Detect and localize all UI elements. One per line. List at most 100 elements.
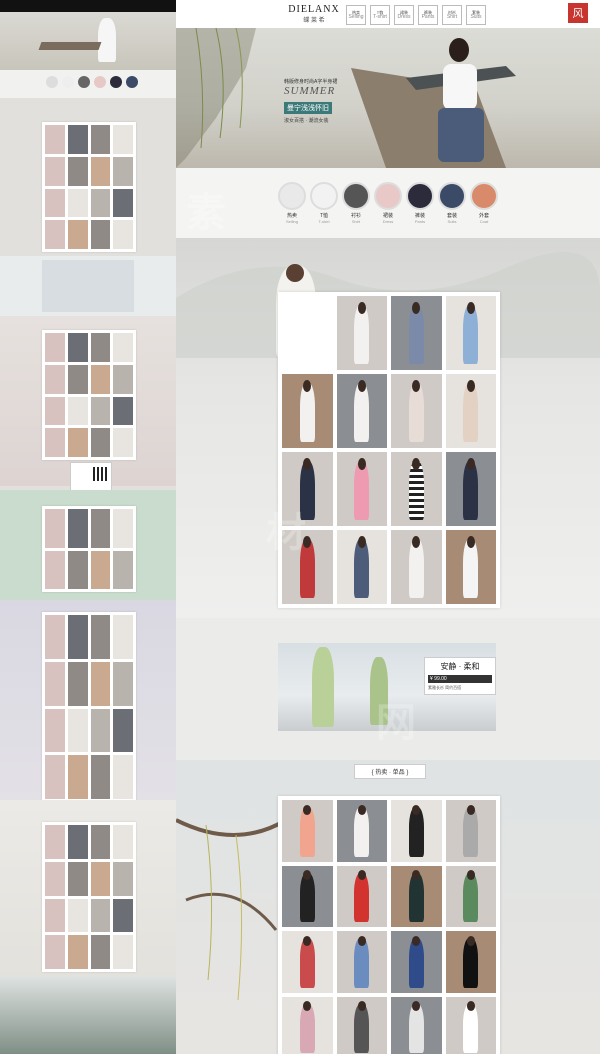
overview-hero-banner (0, 12, 176, 70)
swatch-circle (278, 182, 306, 210)
swatch-sub: Shirt (351, 219, 361, 224)
product-thumbnail[interactable] (391, 296, 442, 370)
product-thumbnail[interactable] (445, 530, 496, 604)
product-thumbnail[interactable] (445, 931, 496, 993)
main-page: DIELANX 蝶 莱 希 热卖 Selling T恤 T-shirt 裙装 D… (176, 0, 600, 1054)
brand-name: DIELANX (288, 4, 340, 15)
swatch-suits[interactable]: 套装 Suits (438, 182, 466, 224)
overview-product-grid-3 (42, 506, 136, 592)
product-thumbnail[interactable] (391, 865, 442, 927)
swatch-circle (310, 182, 338, 210)
swatch-pants[interactable]: 裤装 Pants (406, 182, 434, 224)
swatch-label: 裙装 (382, 213, 393, 219)
nav-item-sub: Dress (397, 14, 411, 20)
hero-banner[interactable]: 韩版修身时尚A字半身裙 SUMMER 曼宁浅浅怀旧 淑女百搭 · 潮流女装 (176, 28, 600, 168)
nav-item-sub: Shirt (446, 14, 458, 20)
overview-banner-2 (0, 256, 176, 316)
brand-logo[interactable]: DIELANX 蝶 莱 希 (284, 4, 344, 24)
product-thumbnail[interactable] (336, 452, 387, 526)
watermark-text: 材 (266, 511, 306, 555)
product-thumbnail[interactable] (282, 800, 333, 862)
swatch-label: 外套 (478, 213, 489, 219)
promo-title: 安静 · 柔和 (440, 662, 480, 671)
overview-swatches (0, 70, 176, 98)
product-thumbnail[interactable] (391, 800, 442, 862)
swatch-sub: Coat (479, 219, 489, 224)
willow-branch-icon (176, 818, 286, 1001)
product-thumbnail[interactable] (445, 996, 496, 1054)
product-thumbnail[interactable] (282, 931, 333, 993)
product-grid-2 (278, 796, 500, 1054)
watermark-text: 网 (376, 701, 416, 745)
product-thumbnail[interactable] (336, 865, 387, 927)
product-thumbnail[interactable] (391, 931, 442, 993)
swatch-label: 套装 (446, 213, 457, 219)
watermark-text: 素 (186, 191, 226, 235)
promo-text-card: 安静 · 柔和 ¥ 99.00 素雅长衫 简约百搭 (424, 657, 496, 695)
overview-product-grid-2 (42, 330, 136, 460)
product-thumbnail[interactable] (445, 452, 496, 526)
swatch-circle (374, 182, 402, 210)
promo-model-1 (312, 647, 334, 727)
hero-caption: 淑女百搭 · 潮流女装 (284, 118, 329, 124)
product-thumbnail[interactable] (282, 865, 333, 927)
swatch-selling[interactable]: 热卖 Selling (278, 182, 306, 224)
overview-product-grid-1 (42, 122, 136, 252)
product-thumbnail[interactable] (391, 996, 442, 1054)
swatch-sub: T-shirt (318, 219, 330, 224)
page-overview-column (0, 0, 176, 1054)
product-thumbnail[interactable] (445, 800, 496, 862)
product-thumbnail[interactable] (336, 800, 387, 862)
nav-item-tshirt[interactable]: T恤 T-shirt (370, 5, 390, 25)
swatch-coat[interactable]: 外套 Coat (470, 182, 498, 224)
willow-tree-icon (176, 28, 256, 168)
overview-nav-bar (0, 0, 176, 12)
product-thumbnail[interactable] (445, 296, 496, 370)
swatch-circle (470, 182, 498, 210)
product-thumbnail[interactable] (336, 530, 387, 604)
swatch-circle (438, 182, 466, 210)
nav-item-sub: Pants (421, 14, 435, 20)
swatch-tshirt[interactable]: T恤 T-shirt (310, 182, 338, 224)
featured-model-head (286, 264, 304, 282)
swatch-label: 热卖 (286, 213, 297, 219)
overview-product-grid-4 (42, 612, 136, 802)
product-thumbnail[interactable] (445, 865, 496, 927)
nav-item-suits[interactable]: 套装 Suits (466, 5, 486, 25)
overview-footer-landscape (0, 976, 176, 1054)
product-thumbnail[interactable] (336, 996, 387, 1054)
nav-item-sub: T-shirt (373, 14, 387, 20)
product-thumbnail[interactable] (336, 296, 387, 370)
product-thumbnail[interactable] (391, 530, 442, 604)
product-thumbnail[interactable] (336, 374, 387, 448)
section-3-title: { 热卖 · 单品 } (354, 764, 426, 779)
brand-subtitle: 蝶 莱 希 (303, 18, 325, 24)
nav-item-dress[interactable]: 裙装 Dress (394, 5, 414, 25)
promo-desc: 素雅长衫 简约百搭 (428, 685, 462, 690)
nav-item-sub: Selling (348, 14, 364, 20)
hero-headline: SUMMER (284, 85, 336, 97)
hero-tagline: 韩版修身时尚A字半身裙 (284, 79, 338, 85)
swatch-shirt[interactable]: 衬衫 Shirt (342, 182, 370, 224)
product-thumbnail[interactable] (445, 374, 496, 448)
seal-stamp-icon: 风 (568, 3, 588, 23)
product-thumbnail[interactable] (336, 931, 387, 993)
product-thumbnail[interactable] (391, 374, 442, 448)
nav-item-shirt[interactable]: 衬衫 Shirt (442, 5, 462, 25)
swatch-sub: Selling (285, 219, 298, 224)
product-thumbnail[interactable] (282, 374, 333, 448)
top-nav-bar: DIELANX 蝶 莱 希 热卖 Selling T恤 T-shirt 裙装 D… (176, 0, 600, 29)
promo-price: ¥ 99.00 (428, 675, 492, 683)
nav-item-selling[interactable]: 热卖 Selling (346, 5, 366, 25)
hero-scenery (176, 28, 516, 168)
category-swatch-row: 热卖 Selling T恤 T-shirt 衬衫 Shirt 裙装 Dress … (176, 168, 600, 238)
overview-product-grid-5 (42, 822, 136, 972)
product-thumbnail[interactable] (282, 996, 333, 1054)
swatch-circle (342, 182, 370, 210)
product-thumbnail[interactable] (391, 452, 442, 526)
swatch-label: 裤装 (414, 213, 425, 219)
swatch-sub: Dress (382, 219, 394, 224)
nav-item-pants[interactable]: 裤装 Pants (418, 5, 438, 25)
swatch-dress[interactable]: 裙装 Dress (374, 182, 402, 224)
overview-hero-model (98, 18, 116, 62)
